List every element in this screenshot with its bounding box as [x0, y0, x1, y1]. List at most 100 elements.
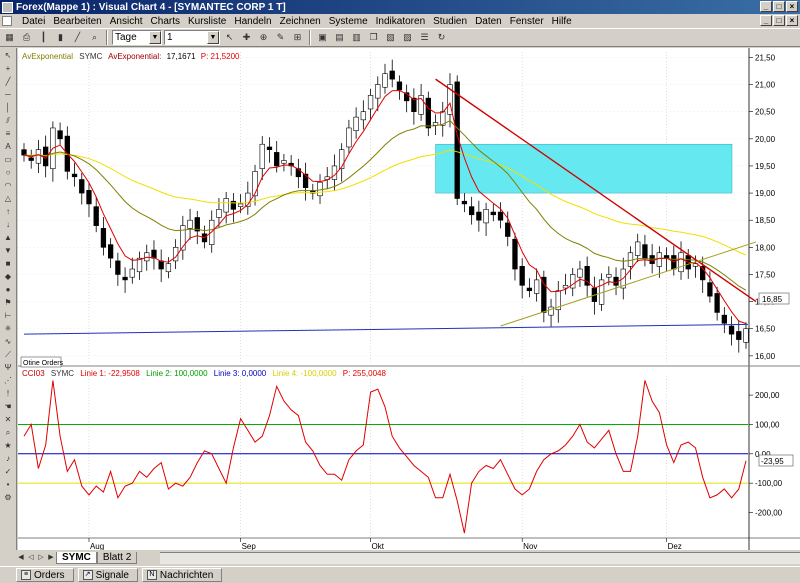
triangle-icon[interactable]: △ [2, 193, 15, 205]
alert-icon[interactable]: ! [2, 388, 15, 400]
sheet-tab-symc[interactable]: SYMC [56, 552, 97, 564]
cycle-icon[interactable]: ∿ [2, 336, 15, 348]
candle-body [562, 285, 569, 289]
mdi-minimize-button[interactable]: _ [760, 15, 772, 26]
check-icon[interactable]: ✓ [2, 466, 15, 478]
menu-charts[interactable]: Charts [147, 16, 184, 27]
candle-body [346, 127, 352, 148]
rect-icon[interactable]: ▭ [2, 154, 15, 166]
channel-icon[interactable]: ⫽ [2, 115, 15, 127]
magnet-icon[interactable]: ⊕ [256, 30, 271, 45]
period-select[interactable]: Tage ▼ [112, 30, 162, 45]
dot-icon[interactable]: • [2, 479, 15, 491]
menu-hilfe[interactable]: Hilfe [548, 16, 576, 27]
close-button[interactable]: × [786, 1, 798, 12]
pitchfork-icon[interactable]: Ψ [2, 362, 15, 374]
next-sheet-icon[interactable]: ▷ [36, 553, 46, 564]
candle-body [375, 84, 381, 99]
pointer-icon[interactable]: ↖ [2, 50, 15, 62]
candle-style-icon[interactable]: ▮ [53, 30, 68, 45]
grid-icon[interactable]: ▤ [332, 30, 347, 45]
arrow-icon[interactable]: ↖ [222, 30, 237, 45]
cross-icon[interactable]: ✚ [239, 30, 254, 45]
zoom-icon[interactable]: ⌕ [87, 30, 102, 45]
status-tab-nachrichten[interactable]: N Nachrichten [141, 568, 223, 582]
tile-icon[interactable]: ▧ [383, 30, 398, 45]
trendline-icon[interactable]: ╱ [2, 76, 15, 88]
menu-fenster[interactable]: Fenster [506, 16, 548, 27]
minimize-button[interactable]: _ [760, 1, 772, 12]
chevron-down-icon[interactable]: ▼ [149, 31, 161, 44]
time-tick-label: Nov [523, 542, 537, 550]
arc-icon[interactable]: ◠ [2, 180, 15, 192]
mdi-restore-button[interactable]: □ [773, 15, 785, 26]
menu-ansicht[interactable]: Ansicht [106, 16, 147, 27]
maximize-button[interactable]: □ [773, 1, 785, 12]
count-select[interactable]: 1 ▼ [164, 30, 220, 45]
square-icon[interactable]: ■ [2, 258, 15, 270]
candle-body [252, 171, 258, 197]
bar-style-icon[interactable]: ┃ [36, 30, 51, 45]
menu-handeln[interactable]: Handeln [230, 16, 275, 27]
refresh-icon[interactable]: ↻ [434, 30, 449, 45]
circle-icon[interactable]: ● [2, 284, 15, 296]
lock-icon[interactable]: ⊞ [290, 30, 305, 45]
menu-kursliste[interactable]: Kursliste [184, 16, 230, 27]
ellipse-icon[interactable]: ○ [2, 167, 15, 179]
arrow-up-icon[interactable]: ↑ [2, 206, 15, 218]
osc-legend-l1: Linie 1: -22,9508 [80, 369, 140, 378]
sell-icon[interactable]: ▼ [2, 245, 15, 257]
window-icon[interactable]: ▣ [315, 30, 330, 45]
chart-area[interactable]: 21,50 21,00 20,50 20,00 19,50 19,00 18,50 18,00… [18, 48, 800, 551]
chart-canvas[interactable]: 21,50 21,00 20,50 20,00 19,50 19,00 18,50 18,00… [18, 48, 800, 551]
delete-icon[interactable]: ✕ [2, 414, 15, 426]
measure-icon[interactable]: ⊢ [2, 310, 15, 322]
table-icon[interactable]: ▥ [349, 30, 364, 45]
flag-icon[interactable]: ⚑ [2, 297, 15, 309]
bell-icon[interactable]: ♪ [2, 453, 15, 465]
first-sheet-icon[interactable]: ◀ [16, 553, 26, 564]
menu-daten[interactable]: Daten [471, 16, 506, 27]
settings-icon[interactable]: ⚙ [2, 492, 15, 504]
menu-datei[interactable]: Datei [18, 16, 49, 27]
speed-icon[interactable]: ⋰ [2, 375, 15, 387]
print-icon[interactable]: ⎙ [19, 30, 34, 45]
magnify-icon[interactable]: ⌕ [2, 427, 15, 439]
last-sheet-icon[interactable]: ▶ [46, 553, 56, 564]
hand-icon[interactable]: ☚ [2, 401, 15, 413]
menu-bearbeiten[interactable]: Bearbeiten [49, 16, 105, 27]
mdi-close-button[interactable]: × [786, 15, 798, 26]
pencil-icon[interactable]: ✎ [273, 30, 288, 45]
chart-icon[interactable]: ▨ [400, 30, 415, 45]
menu-indikatoren[interactable]: Indikatoren [372, 16, 429, 27]
menu-systeme[interactable]: Systeme [325, 16, 372, 27]
vline-icon[interactable]: │ [2, 102, 15, 114]
horizontal-scrollbar[interactable] [160, 552, 800, 564]
cross-icon[interactable]: + [2, 63, 15, 75]
list-icon[interactable]: ☰ [417, 30, 432, 45]
regression-icon[interactable]: ⟋ [2, 349, 15, 361]
candle-body [295, 168, 302, 178]
document-icon[interactable] [2, 16, 12, 26]
menu-studien[interactable]: Studien [429, 16, 471, 27]
sheet-tab-blatt2[interactable]: Blatt 2 [96, 552, 138, 564]
gann-icon[interactable]: ✳ [2, 323, 15, 335]
hline-icon[interactable]: ─ [2, 89, 15, 101]
status-tab-signale[interactable]: ↗ Signale [77, 568, 138, 582]
line-style-icon[interactable]: ╱ [70, 30, 85, 45]
new-chart-icon[interactable]: ▦ [2, 30, 17, 45]
fib-icon[interactable]: ≡ [2, 128, 15, 140]
prev-sheet-icon[interactable]: ◁ [26, 553, 36, 564]
text-icon[interactable]: A [2, 141, 15, 153]
diamond-icon[interactable]: ◆ [2, 271, 15, 283]
arrow-down-icon[interactable]: ↓ [2, 219, 15, 231]
chevron-down-icon[interactable]: ▼ [207, 31, 219, 44]
star-icon[interactable]: ★ [2, 440, 15, 452]
candle-body [187, 219, 193, 229]
status-tab-orders[interactable]: ≡ Orders [16, 568, 74, 582]
candle-body [396, 81, 403, 91]
buy-icon[interactable]: ▲ [2, 232, 15, 244]
cascade-icon[interactable]: ❐ [366, 30, 381, 45]
menu-zeichnen[interactable]: Zeichnen [276, 16, 325, 27]
toolbar-separator [309, 30, 311, 45]
